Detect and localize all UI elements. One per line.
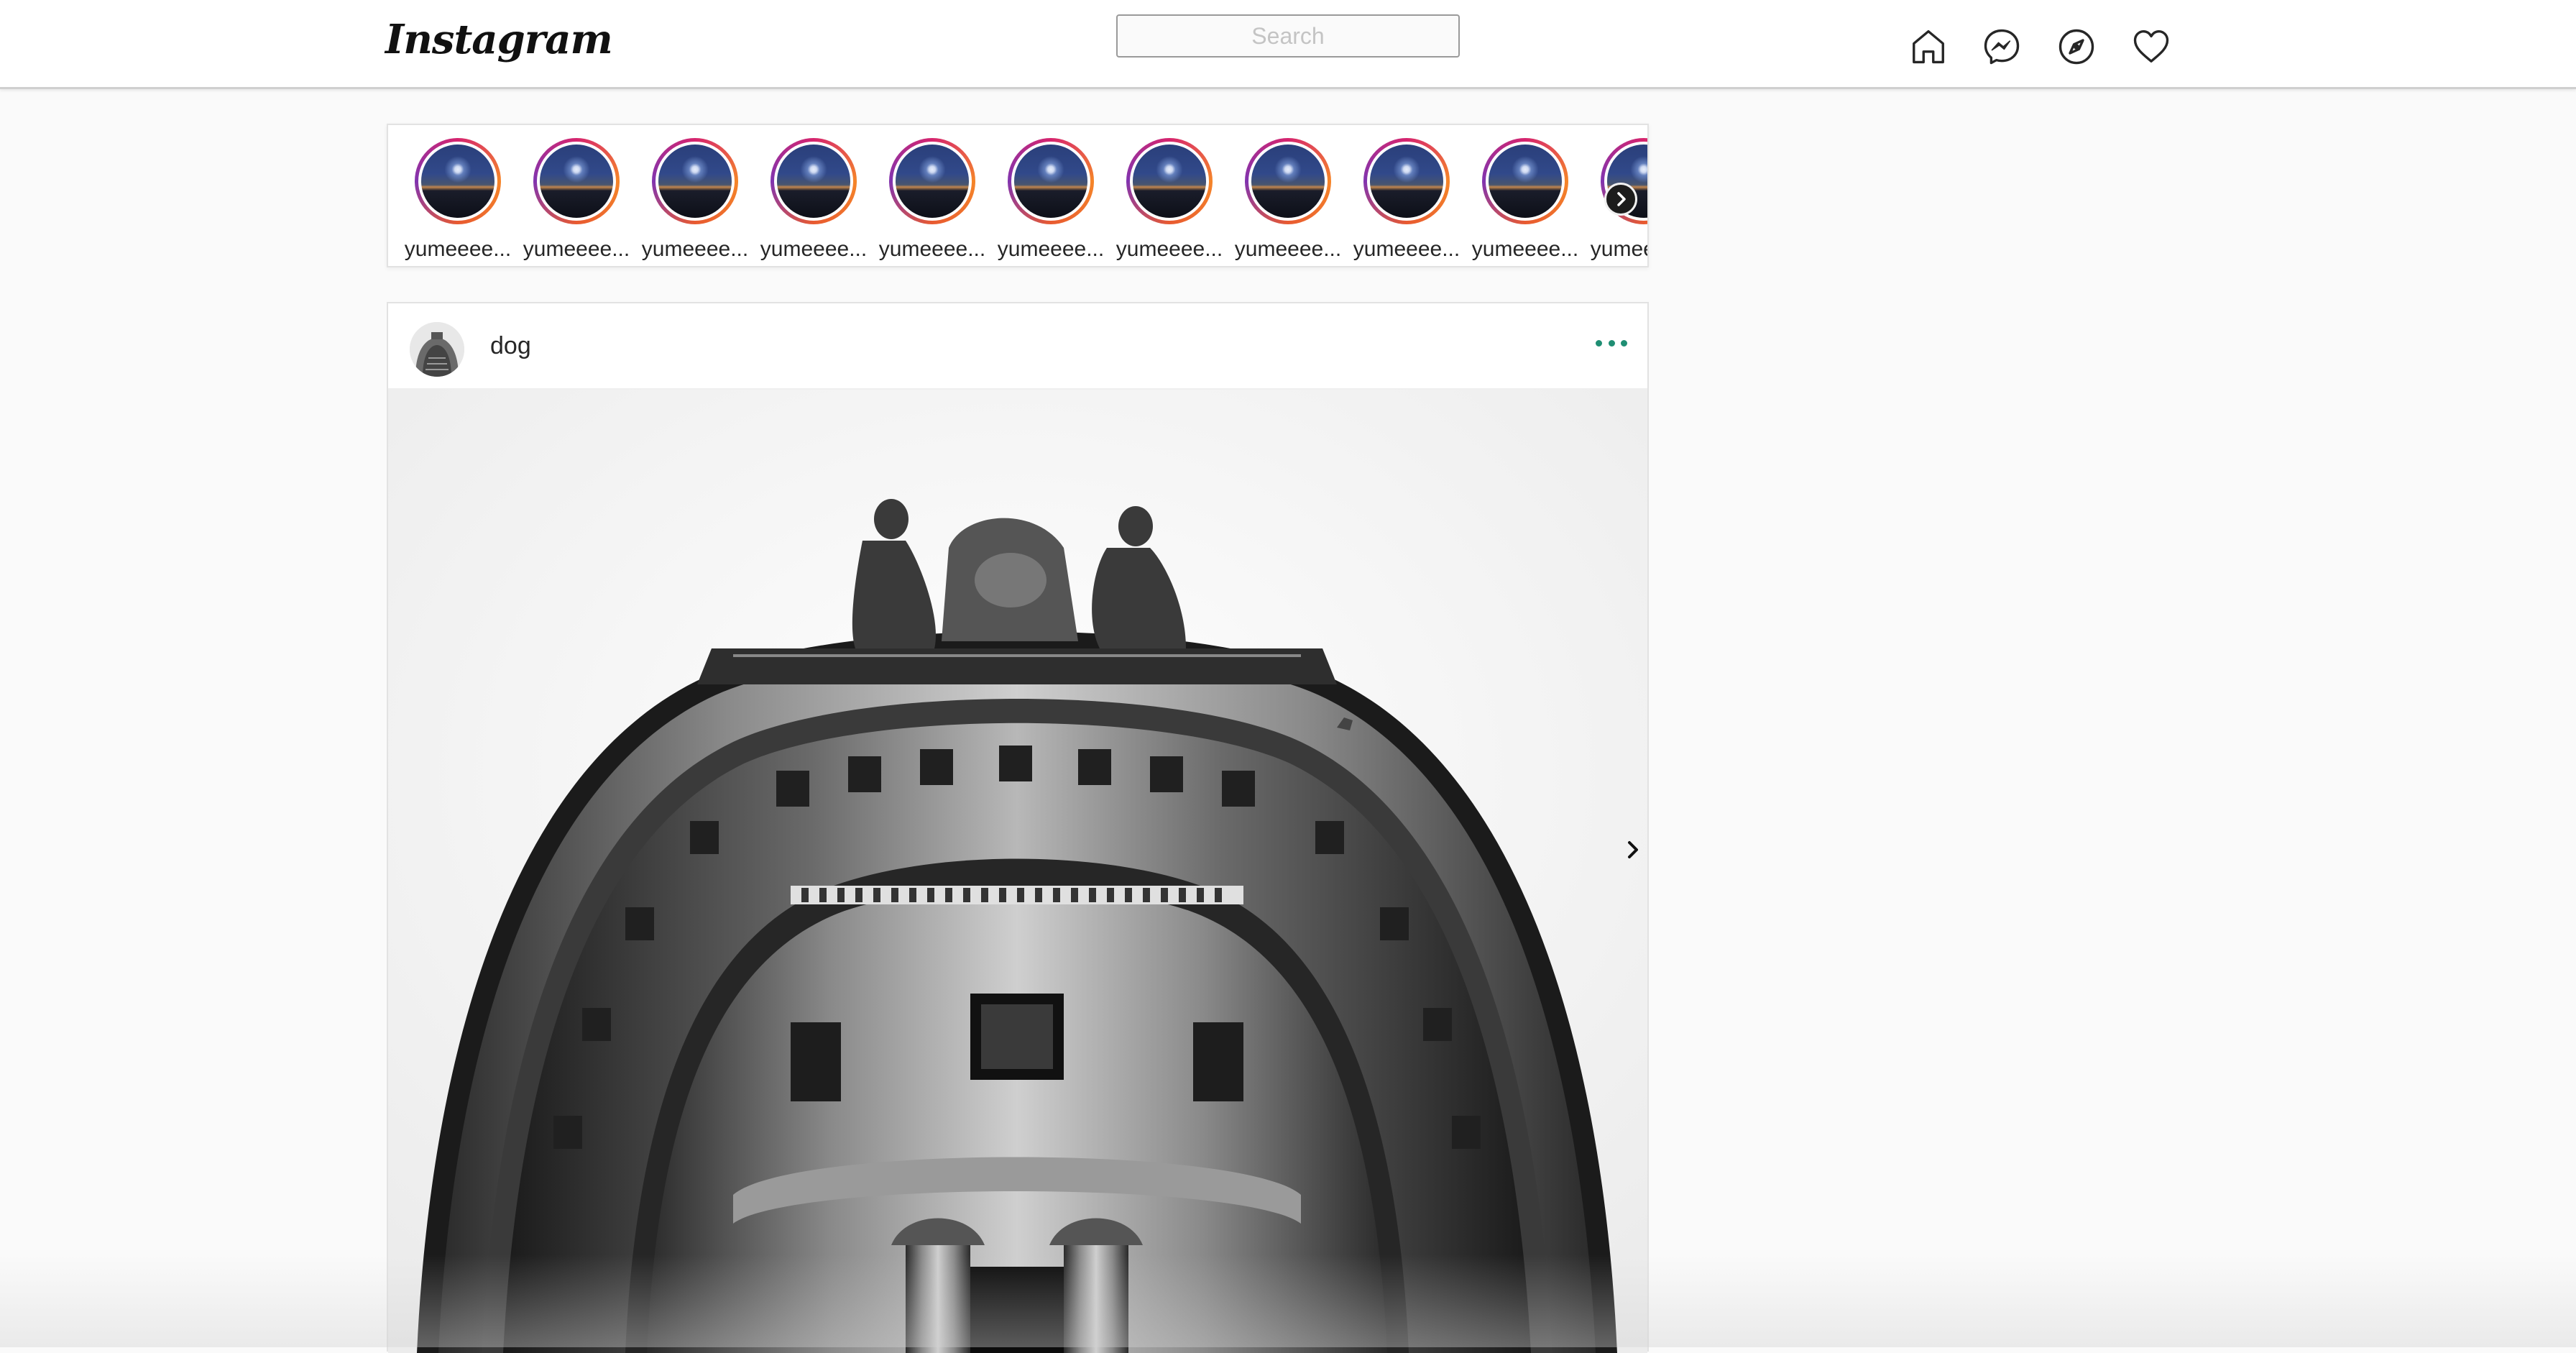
story-avatar-ring (1126, 138, 1213, 224)
story-username: yumeeee... (641, 237, 749, 261)
story-avatar (658, 145, 732, 218)
story-avatar-ring (1482, 138, 1568, 224)
story-username: yumeeee... (1471, 237, 1579, 261)
search-input[interactable] (1116, 14, 1460, 58)
story-avatar (421, 145, 494, 218)
post-image[interactable] (388, 390, 1647, 1353)
story-username: yumeeee... (1353, 237, 1460, 261)
story-avatar (1014, 145, 1087, 218)
story-avatar-ring (1363, 138, 1450, 224)
story-avatar (777, 145, 850, 218)
story-avatar (1251, 145, 1325, 218)
instagram-logo[interactable]: Instagram (385, 16, 613, 63)
story-avatar (896, 145, 969, 218)
story-item[interactable]: yumeeee... (1346, 138, 1460, 261)
more-dot (1608, 339, 1615, 347)
stories-tray: yumeeee... yumeeee... yumeeee... yumeeee… (387, 124, 1649, 267)
story-avatar-ring (770, 138, 857, 224)
story-avatar (1489, 145, 1562, 218)
chevron-right-icon (1617, 192, 1626, 206)
messenger-icon[interactable] (1982, 27, 2021, 66)
story-avatar (1133, 145, 1206, 218)
post-user-avatar[interactable] (410, 322, 464, 377)
story-avatar-ring (652, 138, 738, 224)
story-item[interactable]: yumeeee... (634, 138, 749, 261)
story-username: yumeeee... (878, 237, 986, 261)
story-avatar-ring (1008, 138, 1094, 224)
story-username: yumeeee... (404, 237, 512, 261)
post-options-button[interactable] (1596, 332, 1627, 354)
activity-heart-icon[interactable] (2132, 27, 2171, 66)
story-avatar (540, 145, 613, 218)
feed-post: dog (387, 302, 1649, 1353)
story-username: yumeeee... (523, 237, 630, 261)
story-item[interactable]: yumeeee... (1108, 138, 1223, 261)
story-avatar-ring (415, 138, 501, 224)
chevron-right-icon (1628, 841, 1638, 858)
story-username: yumeeee... (1116, 237, 1223, 261)
story-avatar (1370, 145, 1443, 218)
post-header: dog (388, 303, 1647, 390)
story-avatar-ring (533, 138, 620, 224)
story-username: yumeeee... (1590, 237, 1649, 261)
story-avatar-ring (1245, 138, 1331, 224)
story-username: yumeeee... (1234, 237, 1342, 261)
post-username[interactable]: dog (490, 332, 531, 360)
top-navigation-bar: Instagram (0, 0, 2576, 89)
story-item[interactable]: yumeeee... (1464, 138, 1579, 261)
story-item[interactable]: yumeeee... (871, 138, 986, 261)
home-icon[interactable] (1909, 27, 1948, 66)
more-dot (1596, 339, 1602, 347)
story-item[interactable]: yumeeee... (990, 138, 1105, 261)
explore-icon[interactable] (2057, 27, 2096, 66)
story-username: yumeeee... (760, 237, 868, 261)
story-item[interactable]: yumeeee... (753, 138, 868, 261)
image-next-button[interactable] (1617, 834, 1647, 866)
story-username: yumeeee... (997, 237, 1105, 261)
stories-next-button[interactable] (1604, 183, 1637, 216)
story-item[interactable]: yumeeee... (397, 138, 512, 261)
story-item[interactable]: yumeeee... (1227, 138, 1342, 261)
story-item[interactable]: yumeeee... (515, 138, 630, 261)
more-dot (1621, 339, 1627, 347)
story-avatar-ring (889, 138, 975, 224)
